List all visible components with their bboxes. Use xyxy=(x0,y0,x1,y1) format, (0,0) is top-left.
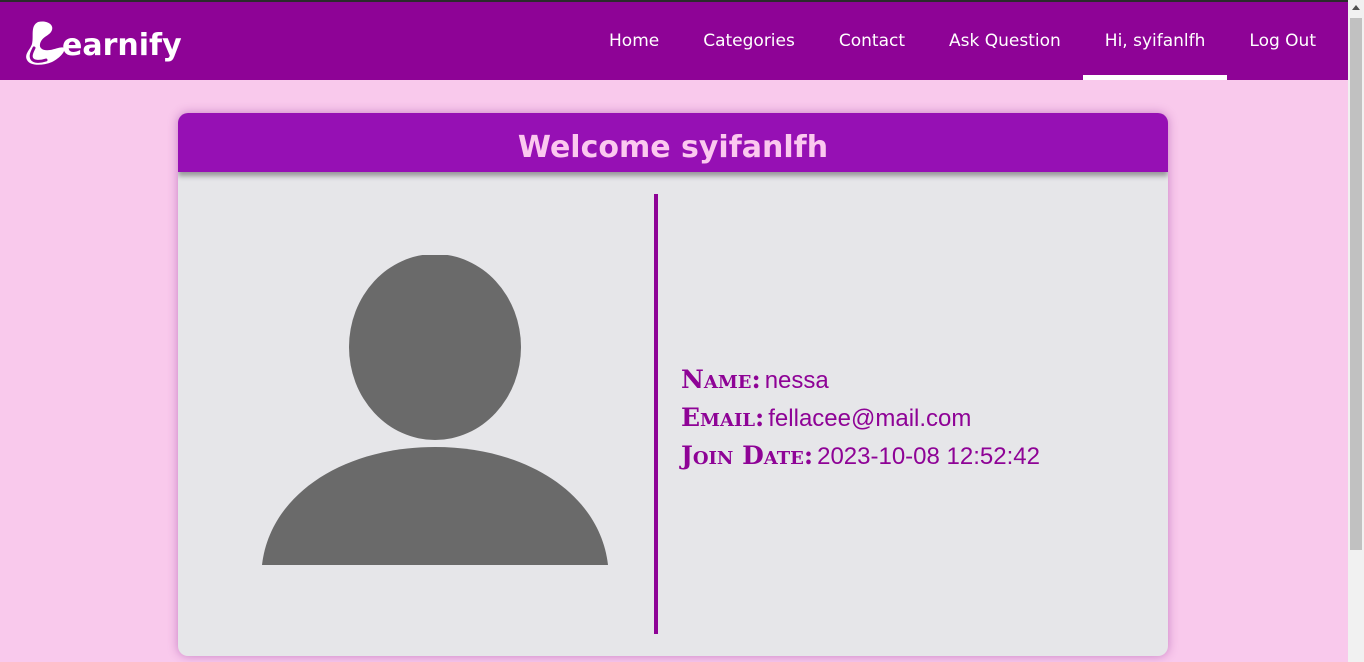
join-date-label: Join Date: xyxy=(681,441,814,470)
user-silhouette-icon xyxy=(262,254,608,565)
name-label: Name: xyxy=(681,365,761,394)
scroll-up-arrow-icon[interactable] xyxy=(1352,5,1360,10)
welcome-title: Welcome syifanlfh xyxy=(517,130,829,165)
nav-ask-question[interactable]: Ask Question xyxy=(927,2,1083,80)
email-row: Email: fellacee@mail.com xyxy=(681,399,1040,437)
nav-contact[interactable]: Contact xyxy=(817,2,927,80)
top-navbar: earnify Home Categories Contact Ask Ques… xyxy=(0,0,1348,80)
nav-categories[interactable]: Categories xyxy=(681,2,817,80)
main-nav: Home Categories Contact Ask Question Hi,… xyxy=(587,2,1338,80)
vertical-divider xyxy=(654,194,658,634)
nav-log-out[interactable]: Log Out xyxy=(1227,2,1338,80)
nav-profile[interactable]: Hi, syifanlfh xyxy=(1082,2,1228,80)
page-scrollbar[interactable] xyxy=(1348,0,1364,662)
profile-card: Welcome syifanlfh Name: nessa Email: fella… xyxy=(178,113,1168,656)
scroll-thumb[interactable] xyxy=(1350,18,1362,550)
name-value: nessa xyxy=(764,367,829,394)
name-row: Name: nessa xyxy=(681,361,1040,399)
join-date-value: 2023-10-08 12:52:42 xyxy=(817,443,1040,470)
email-label: Email: xyxy=(681,403,765,432)
logo-text: earnify xyxy=(62,28,182,63)
email-value: fellacee@mail.com xyxy=(768,405,972,432)
learnify-logo[interactable]: earnify xyxy=(24,16,182,68)
nav-home[interactable]: Home xyxy=(587,2,681,80)
profile-card-header: Welcome syifanlfh xyxy=(178,113,1168,172)
profile-info: Name: nessa Email: fellacee@mail.com Join … xyxy=(681,361,1040,475)
join-date-row: Join Date: 2023-10-08 12:52:42 xyxy=(681,437,1040,475)
logo-l-icon xyxy=(24,18,66,68)
